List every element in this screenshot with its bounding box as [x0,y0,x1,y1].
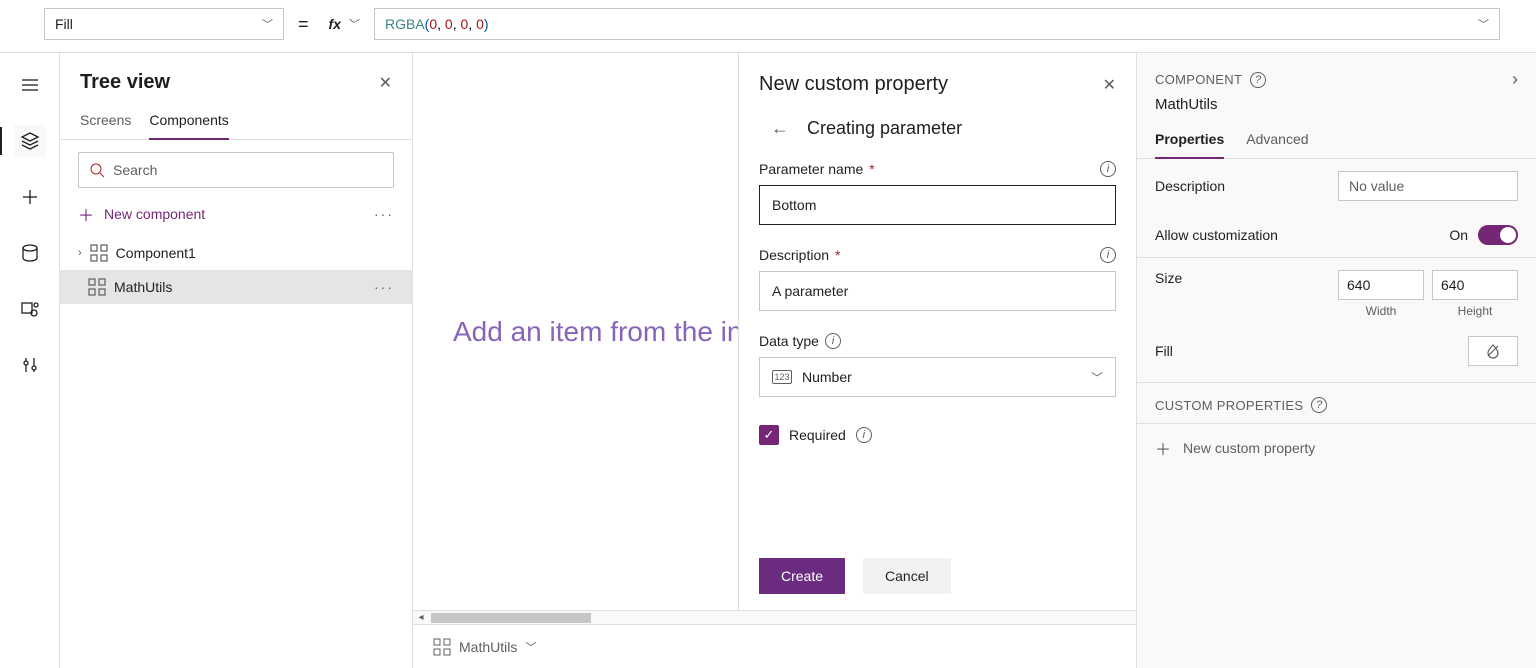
new-custom-property-panel: New custom property ✕ ← Creating paramet… [738,53,1136,610]
tree-item-mathutils[interactable]: MathUtils ··· [60,270,412,304]
custom-properties-label: CUSTOM PROPERTIES [1155,398,1303,413]
plus-icon: ＋ [1155,436,1171,460]
component-icon [90,244,108,262]
expand-formula-icon[interactable]: ﹀ [1478,16,1489,32]
new-custom-property-button[interactable]: ＋ New custom property [1137,423,1536,472]
close-icon[interactable]: ✕ [379,73,392,93]
height-input[interactable]: 640 [1432,270,1518,300]
search-icon [89,162,105,178]
scroll-left-icon[interactable]: ◂ [413,612,429,623]
chevron-down-icon: ﹀ [262,16,273,32]
new-component-button[interactable]: ＋ New component [78,202,205,226]
allow-customization-toggle[interactable] [1478,225,1518,245]
tab-screens[interactable]: Screens [80,104,131,139]
footer-component-name[interactable]: MathUtils [459,639,517,655]
allow-customization-label: Allow customization [1155,227,1278,243]
search-placeholder: Search [113,162,157,178]
info-icon[interactable]: i [1100,247,1116,263]
flyout-title: New custom property [759,73,948,96]
media-icon[interactable] [14,293,46,325]
toggle-value: On [1449,227,1468,243]
plus-icon: ＋ [78,202,94,226]
fill-color-button[interactable] [1468,336,1518,366]
number-type-icon: 123 [772,370,792,384]
canvas-area: Add an item from the in New custom prope… [413,53,1136,668]
design-canvas[interactable]: Add an item from the in New custom prope… [413,53,1136,610]
info-icon[interactable]: ? [1311,397,1327,413]
description-input[interactable]: A parameter [759,271,1116,311]
parameter-name-input[interactable]: Bottom [759,185,1116,225]
component-icon [433,638,451,656]
cancel-button[interactable]: Cancel [863,558,951,594]
canvas-hint: Add an item from the in [453,316,742,348]
tree-view-panel: Tree view ✕ Screens Components Search ＋ … [60,53,413,668]
hamburger-icon[interactable] [14,69,46,101]
data-icon[interactable] [14,237,46,269]
advanced-tools-icon[interactable] [14,349,46,381]
data-type-select[interactable]: 123 Number ﹀ [759,357,1116,397]
description-label: Description [1155,178,1225,194]
chevron-right-icon[interactable]: › [78,247,82,259]
left-rail [0,53,60,668]
chevron-down-icon: ﹀ [347,16,358,32]
size-label: Size [1155,270,1182,286]
properties-panel: COMPONENT ? › MathUtils Properties Advan… [1136,53,1536,668]
width-input[interactable]: 640 [1338,270,1424,300]
tab-advanced[interactable]: Advanced [1246,123,1308,158]
tab-properties[interactable]: Properties [1155,123,1224,159]
fx-label[interactable]: fx ﹀ [323,16,364,32]
chevron-down-icon: ﹀ [1091,369,1103,386]
back-arrow-icon[interactable]: ← [771,118,789,139]
tree-view-title: Tree view [80,71,170,94]
info-icon[interactable]: ? [1250,72,1266,88]
width-sublabel: Width [1338,304,1424,318]
description-input[interactable]: No value [1338,171,1518,201]
component-name: MathUtils [1137,96,1536,123]
more-icon[interactable]: ··· [374,206,394,222]
horizontal-scrollbar[interactable]: ◂ [413,610,1136,624]
component-section-label: COMPONENT [1155,72,1242,87]
property-selector[interactable]: Fill ﹀ [44,8,284,40]
search-input[interactable]: Search [78,152,394,188]
no-fill-icon [1485,343,1501,359]
formula-bar: Fill ﹀ = fx ﹀ RGBA(0, 0, 0, 0) ﹀ [0,0,1536,53]
scroll-thumb[interactable] [431,613,591,623]
new-component-label: New component [104,206,205,222]
insert-icon[interactable] [14,181,46,213]
equals-sign: = [298,14,309,35]
tree-view-icon[interactable] [14,125,46,157]
info-icon[interactable]: i [825,333,841,349]
height-sublabel: Height [1432,304,1518,318]
formula-input[interactable]: RGBA(0, 0, 0, 0) ﹀ [374,8,1500,40]
component-icon [88,278,106,296]
create-button[interactable]: Create [759,558,845,594]
chevron-down-icon[interactable]: ﹀ [525,639,536,655]
info-icon[interactable]: i [1100,161,1116,177]
tree-item-component1[interactable]: › Component1 [60,236,412,270]
fill-label: Fill [1155,343,1173,359]
property-selector-label: Fill [55,16,73,32]
chevron-right-icon[interactable]: › [1512,69,1518,90]
breadcrumb: Creating parameter [807,118,962,139]
close-icon[interactable]: ✕ [1103,75,1116,95]
tab-components[interactable]: Components [149,104,228,140]
required-checkbox[interactable]: ✓ [759,425,779,445]
more-icon[interactable]: ··· [374,279,394,295]
info-icon[interactable]: i [856,427,872,443]
